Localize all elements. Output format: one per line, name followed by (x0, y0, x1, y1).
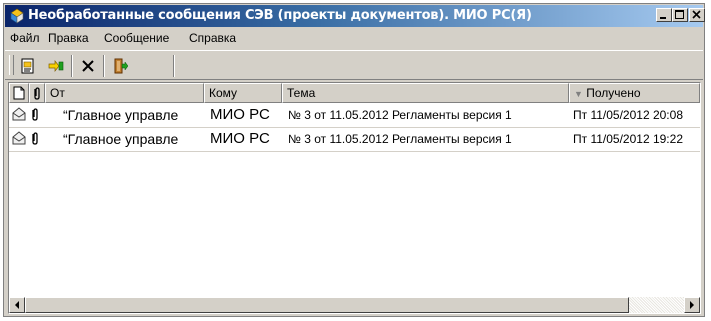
scroll-left-button[interactable] (9, 297, 25, 313)
scroll-right-button[interactable] (684, 297, 700, 313)
delete-icon (82, 60, 94, 72)
header-type-column[interactable] (9, 83, 29, 103)
header-subject[interactable]: Тема (282, 83, 569, 103)
toolbar-separator (103, 55, 105, 77)
envelope-icon (12, 107, 26, 124)
horizontal-scrollbar[interactable] (9, 297, 700, 313)
menu-bar: Файл Правка Сообщение Справка (5, 28, 703, 48)
menu-edit[interactable]: Правка (48, 31, 89, 45)
close-button[interactable] (689, 8, 705, 22)
row-from: “Главное управле (63, 131, 179, 147)
window-title: Необработанные сообщения СЭВ (проекты до… (28, 8, 532, 23)
menu-message[interactable]: Сообщение (104, 31, 169, 45)
app-icon (9, 8, 25, 24)
arrow-left-icon (15, 301, 19, 309)
arrow-right-icon (690, 301, 694, 309)
close-icon (692, 10, 701, 19)
scroll-thumb[interactable] (25, 297, 629, 313)
toolbar-end-separator (173, 55, 175, 77)
menu-help[interactable]: Справка (189, 31, 236, 45)
header-received-label: Получено (586, 86, 641, 100)
attachment-icon (34, 87, 40, 100)
table-row[interactable]: “Главное управле МИО РС № 3 от 11.05.201… (9, 104, 700, 128)
menu-file[interactable]: Файл (10, 31, 40, 45)
toolbar-grip[interactable] (9, 55, 14, 75)
maximize-icon (675, 10, 684, 19)
header-received[interactable]: ▼ Получено (569, 83, 700, 103)
exit-button[interactable] (109, 55, 131, 77)
open-message-button[interactable] (17, 55, 39, 77)
open-message-icon (21, 58, 34, 74)
row-to: МИО РС (210, 130, 270, 147)
attachment-icon (30, 131, 40, 148)
row-from: “Главное управле (63, 107, 179, 123)
row-to: МИО РС (210, 106, 270, 123)
table-row[interactable]: “Главное управле МИО РС № 3 от 11.05.201… (9, 128, 700, 152)
main-window: Необработанные сообщения СЭВ (проекты до… (3, 3, 705, 317)
row-subject: № 3 от 11.05.2012 Регламенты версия 1 (288, 132, 512, 146)
header-from[interactable]: От (45, 83, 204, 103)
header-to[interactable]: Кому (204, 83, 282, 103)
header-attachment-column[interactable] (29, 83, 45, 103)
process-message-icon (48, 60, 64, 72)
toolbar (5, 50, 703, 80)
row-subject: № 3 от 11.05.2012 Регламенты версия 1 (288, 108, 512, 122)
delete-button[interactable] (77, 55, 99, 77)
exit-icon (114, 58, 128, 74)
maximize-button[interactable] (672, 8, 688, 22)
minimize-button[interactable] (656, 8, 672, 22)
attachment-icon (30, 107, 40, 124)
toolbar-separator (71, 55, 73, 77)
process-message-button[interactable] (45, 55, 67, 77)
document-icon (13, 86, 25, 100)
message-list: От Кому Тема ▼ Получено “Главное управле… (8, 82, 701, 314)
row-received: Пт 11/05/2012 19:22 (573, 132, 683, 146)
row-received: Пт 11/05/2012 20:08 (573, 108, 683, 122)
sort-descending-icon: ▼ (574, 89, 583, 99)
envelope-icon (12, 131, 26, 148)
minimize-icon (660, 17, 666, 19)
title-bar[interactable]: Необработанные сообщения СЭВ (проекты до… (5, 5, 705, 27)
